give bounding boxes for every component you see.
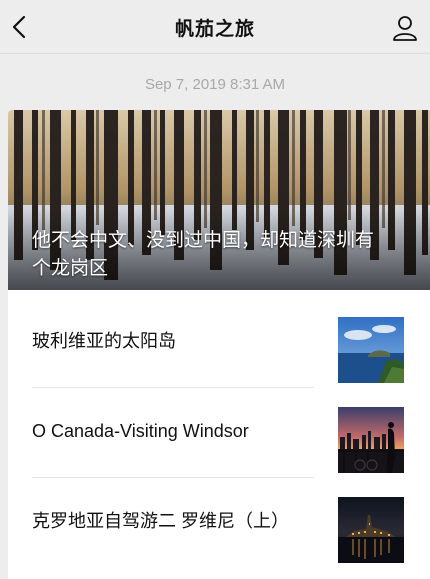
hero-title: 他不会中文、没到过中国，却知道深圳有个龙岗区 [32, 229, 375, 279]
article-thumbnail [338, 407, 404, 473]
article-title: 玻利维亚的太阳岛 [32, 331, 176, 351]
page-title: 帆茄之旅 [174, 18, 255, 40]
article-title: O Canada-Visiting Windsor [32, 421, 249, 441]
nav-bar: 帆茄之旅 [0, 0, 430, 54]
lake-island-photo [338, 317, 404, 383]
article-title: 克罗地亚自驾游二 罗维尼（上） [32, 511, 289, 531]
article-thumbnail [338, 497, 404, 563]
night-harbor-photo [338, 497, 404, 563]
profile-button[interactable] [390, 13, 420, 43]
article-thumbnail [338, 317, 404, 383]
person-icon [393, 16, 417, 41]
sunset-skyline-photo [338, 407, 404, 473]
list-item[interactable]: O Canada-Visiting Windsor [8, 387, 430, 476]
article-card: 他不会中文、没到过中国，却知道深圳有个龙岗区 玻利维亚的太阳岛 O Canada… [8, 110, 430, 579]
list-item[interactable]: 克罗地亚自驾游二 罗维尼（上） [8, 477, 430, 566]
message-timestamp: Sep 7, 2019 8:31 AM [144, 76, 286, 93]
hero-article[interactable]: 他不会中文、没到过中国，却知道深圳有个龙岗区 [8, 110, 430, 290]
list-item[interactable]: 玻利维亚的太阳岛 [8, 297, 430, 386]
